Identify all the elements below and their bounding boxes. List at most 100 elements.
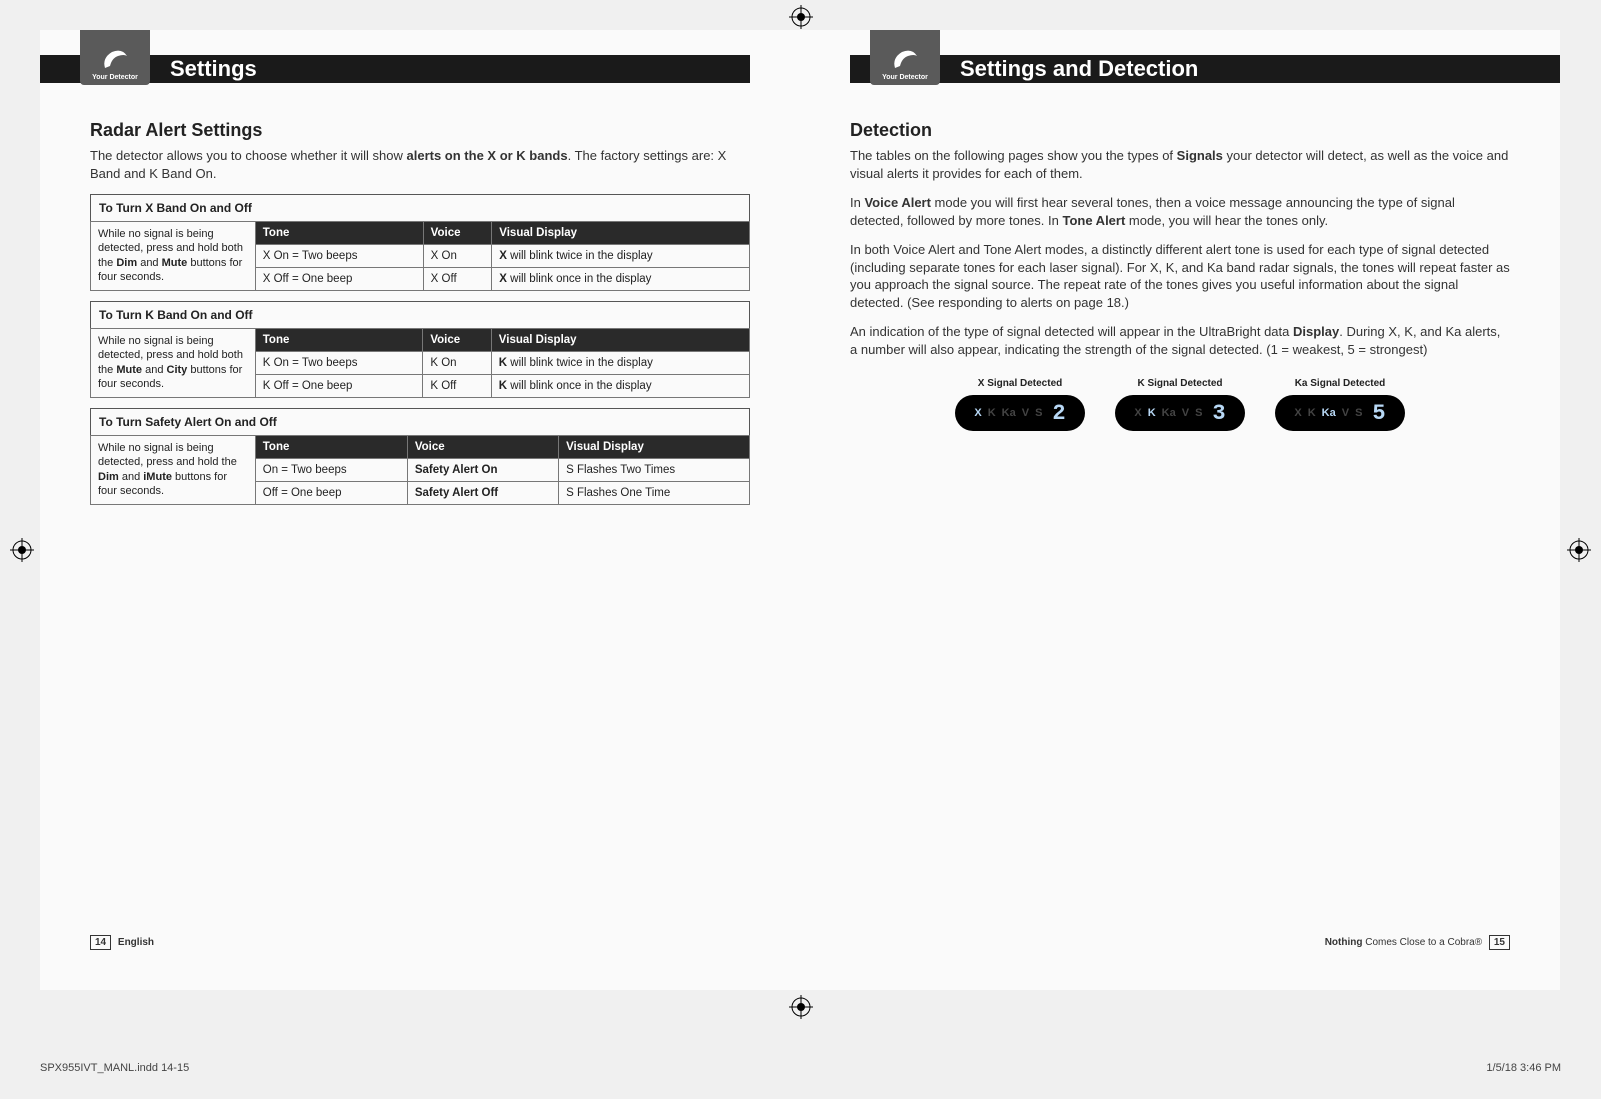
detection-p2: In Voice Alert mode you will first hear …: [850, 194, 1510, 229]
lcd-display: XK Ka VS2: [955, 395, 1085, 431]
page-right: Your Detector Settings and Detection Det…: [800, 30, 1560, 990]
lcd-digit: 2: [1052, 401, 1065, 426]
lcd-band-s: S: [1355, 407, 1362, 419]
header-bar-left: Your Detector Settings: [90, 30, 750, 80]
page-number-left: 14: [90, 935, 111, 950]
intro-text: The detector allows you to choose whethe…: [90, 147, 750, 182]
lcd-digit: 5: [1372, 401, 1385, 426]
page-left: Your Detector Settings Radar Alert Setti…: [40, 30, 800, 990]
crop-mark-bottom: [789, 995, 813, 1019]
th-voice: Voice: [423, 329, 491, 352]
detection-p1: The tables on the following pages show y…: [850, 147, 1510, 182]
lcd-band-ka: Ka: [1162, 407, 1176, 419]
table-k-caption: To Turn K Band On and Off: [90, 301, 750, 328]
lcd-band-k: K: [988, 407, 996, 419]
cell: Safety Alert On: [407, 459, 558, 482]
page-number-right: 15: [1489, 935, 1510, 950]
lcd-band-ka: Ka: [1322, 407, 1336, 419]
table-x-band: To Turn X Band On and Off While no signa…: [90, 194, 750, 291]
th-voice: Voice: [407, 436, 558, 459]
th-tone: Tone: [255, 222, 423, 245]
section-title-detection: Detection: [850, 120, 1510, 141]
lcd-band-x: X: [974, 407, 981, 419]
detector-badge-left: Your Detector: [80, 30, 150, 85]
table-s-instr: While no signal is being detected, press…: [91, 436, 256, 505]
lcd-band-v: V: [1182, 407, 1189, 419]
detection-p3: In both Voice Alert and Tone Alert modes…: [850, 241, 1510, 311]
badge-label: Your Detector: [92, 74, 138, 81]
page-spread: Your Detector Settings Radar Alert Setti…: [40, 30, 1560, 990]
footer-lang: English: [118, 937, 154, 948]
lcd-digit: 3: [1212, 401, 1225, 426]
lcd-band-v: V: [1022, 407, 1029, 419]
cell: X Off: [423, 268, 492, 291]
cell: S Flashes One Time: [559, 482, 750, 505]
display-row: X Signal DetectedXKKaVS2K Signal Detecte…: [850, 378, 1510, 431]
cell: X On = Two beeps: [255, 245, 423, 268]
cobra-icon: [100, 48, 130, 72]
cell: Safety Alert Off: [407, 482, 558, 505]
cell: X Off = One beep: [255, 268, 423, 291]
cell: K On = Two beeps: [255, 352, 423, 375]
th-tone: Tone: [255, 329, 423, 352]
lcd-band-x: X: [1294, 407, 1301, 419]
table-k-instr: While no signal is being detected, press…: [91, 329, 256, 398]
lcd-band-k: K: [1308, 407, 1316, 419]
th-disp: Visual Display: [492, 222, 750, 245]
table-s-caption: To Turn Safety Alert On and Off: [90, 408, 750, 435]
header-strip: [850, 55, 1560, 83]
cell: X On: [423, 245, 492, 268]
lcd-display: XK Ka VS5: [1275, 395, 1405, 431]
display-block: Ka Signal Detected XK Ka VS5: [1275, 378, 1405, 431]
section-title-radar: Radar Alert Settings: [90, 120, 750, 141]
footer-right: Nothing Comes Close to a Cobra® 15: [1325, 935, 1510, 950]
footer-left: 14 English: [90, 935, 154, 950]
lcd-band-s: S: [1195, 407, 1202, 419]
cell: S Flashes Two Times: [559, 459, 750, 482]
header-title-left: Settings: [170, 55, 257, 83]
th-tone: Tone: [255, 436, 407, 459]
th-voice: Voice: [423, 222, 492, 245]
table-x-instr: While no signal is being detected, press…: [91, 222, 256, 291]
indd-footer: SPX955IVT_MANL.indd 14-15 1/5/18 3:46 PM: [40, 1062, 1561, 1074]
crop-mark-right: [1567, 538, 1591, 562]
lcd-band-v: V: [1342, 407, 1349, 419]
cell: Off = One beep: [255, 482, 407, 505]
cell-bold: Safety Alert Off: [415, 487, 498, 499]
cell: On = Two beeps: [255, 459, 407, 482]
header-bar-right: Your Detector Settings and Detection: [850, 30, 1510, 80]
th-disp: Visual Display: [491, 329, 749, 352]
table-safety-alert: To Turn Safety Alert On and Off While no…: [90, 408, 750, 505]
cell: X will blink twice in the display: [492, 245, 750, 268]
cell: K On: [423, 352, 491, 375]
crop-mark-top: [789, 5, 813, 29]
display-label: X Signal Detected: [955, 378, 1085, 389]
display-block: X Signal Detected XK Ka VS2: [955, 378, 1085, 431]
detector-badge-right: Your Detector: [870, 30, 940, 85]
cell-bold: Safety Alert On: [415, 464, 498, 476]
table-x-caption: To Turn X Band On and Off: [90, 194, 750, 221]
lcd-band-ka: Ka: [1002, 407, 1016, 419]
lcd-band-s: S: [1035, 407, 1042, 419]
badge-label: Your Detector: [882, 74, 928, 81]
indd-file: SPX955IVT_MANL.indd 14-15: [40, 1062, 189, 1074]
th-disp: Visual Display: [559, 436, 750, 459]
display-label: Ka Signal Detected: [1275, 378, 1405, 389]
cell: K will blink twice in the display: [491, 352, 749, 375]
lcd-display: XK Ka VS3: [1115, 395, 1245, 431]
footer-tagline: Nothing Comes Close to a Cobra®: [1325, 937, 1482, 948]
cell: K Off = One beep: [255, 375, 423, 398]
indd-date: 1/5/18 3:46 PM: [1486, 1062, 1561, 1074]
detection-p4: An indication of the type of signal dete…: [850, 323, 1510, 358]
lcd-band-k: K: [1148, 407, 1156, 419]
header-title-right: Settings and Detection: [960, 55, 1198, 83]
cobra-icon: [890, 48, 920, 72]
crop-mark-left: [10, 538, 34, 562]
lcd-band-x: X: [1134, 407, 1141, 419]
cell: K Off: [423, 375, 491, 398]
display-block: K Signal Detected XK Ka VS3: [1115, 378, 1245, 431]
cell: K will blink once in the display: [491, 375, 749, 398]
table-k-band: To Turn K Band On and Off While no signa…: [90, 301, 750, 398]
cell: X will blink once in the display: [492, 268, 750, 291]
display-label: K Signal Detected: [1115, 378, 1245, 389]
